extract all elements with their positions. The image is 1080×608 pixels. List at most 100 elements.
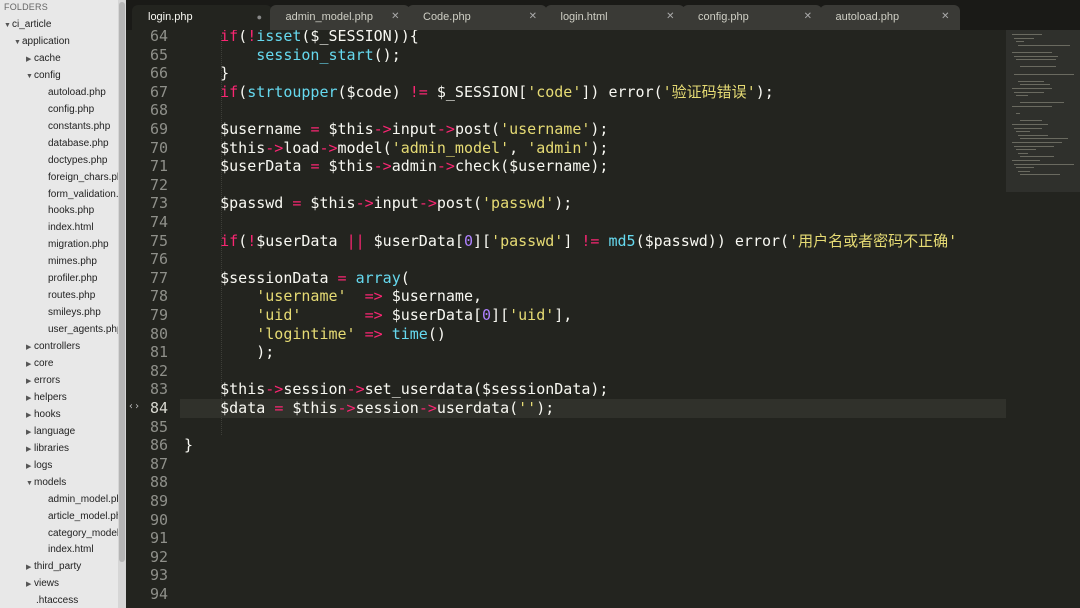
fold-marker-icon[interactable]: ‹› xyxy=(128,401,140,412)
expanded-arrow-icon[interactable]: ▼ xyxy=(14,35,22,51)
folder-item[interactable]: ▶ views xyxy=(26,576,59,592)
close-tab-icon[interactable]: ✕ xyxy=(666,5,674,29)
minimap[interactable] xyxy=(1006,30,1080,608)
expanded-arrow-icon[interactable]: ▼ xyxy=(26,69,34,85)
close-tab-icon[interactable]: ✕ xyxy=(529,5,537,29)
code-token: $this xyxy=(301,194,356,213)
collapsed-arrow-icon[interactable]: ▶ xyxy=(26,442,34,458)
file-item[interactable]: constants.php xyxy=(38,119,110,135)
expanded-arrow-icon[interactable]: ▼ xyxy=(4,18,12,34)
code-token: load xyxy=(283,138,320,157)
sidebar-scrollbar-thumb[interactable] xyxy=(119,2,125,562)
close-tab-icon[interactable]: ✕ xyxy=(804,5,812,29)
file-item[interactable]: .htaccess xyxy=(26,593,78,608)
folder-item[interactable]: ▼config xyxy=(26,68,61,84)
code-token: $userData[ xyxy=(382,306,483,324)
folder-item[interactable]: ▶ errors xyxy=(26,373,60,389)
file-item[interactable]: category_model.p xyxy=(38,526,118,542)
folder-item[interactable]: ▼application xyxy=(14,34,70,50)
folder-item[interactable]: ▶ helpers xyxy=(26,390,67,406)
close-tab-icon[interactable]: ✕ xyxy=(391,5,399,29)
folder-item[interactable]: ▶ logs xyxy=(26,458,52,474)
file-item[interactable]: doctypes.php xyxy=(38,153,108,169)
collapsed-arrow-icon[interactable]: ▶ xyxy=(26,408,34,424)
minimap-line xyxy=(1014,127,1042,129)
collapsed-arrow-icon[interactable]: ▶ xyxy=(26,52,34,68)
folder-item[interactable]: ▶ third_party xyxy=(26,559,81,575)
collapsed-arrow-icon[interactable]: ▶ xyxy=(26,425,34,441)
file-item[interactable]: database.php xyxy=(38,136,109,152)
code-token: $userData xyxy=(256,231,347,250)
file-item[interactable]: index.html xyxy=(38,542,94,558)
file-item[interactable]: foreign_chars.php xyxy=(38,170,118,186)
line-number: 83 xyxy=(149,380,168,399)
collapsed-arrow-icon[interactable]: ▶ xyxy=(26,577,34,593)
line-number: 65 xyxy=(149,45,168,64)
code-token: -> xyxy=(436,157,455,176)
folder-item[interactable]: ▶ language xyxy=(26,424,75,440)
file-item[interactable]: admin_model.php xyxy=(38,492,118,508)
code-line: ); xyxy=(184,343,274,362)
folder-item[interactable]: ▶ hooks xyxy=(26,407,61,423)
collapsed-arrow-icon[interactable]: ▶ xyxy=(26,391,34,407)
minimap-line xyxy=(1016,149,1036,151)
tab-login-html[interactable]: login.html ✕ xyxy=(544,5,685,30)
code-token: ); xyxy=(590,138,609,157)
file-item[interactable]: config.php xyxy=(38,102,94,118)
tree-item-label: config xyxy=(34,69,61,81)
code-token: (); xyxy=(373,45,401,64)
folder-item[interactable]: ▼models xyxy=(26,475,66,491)
collapsed-arrow-icon[interactable]: ▶ xyxy=(26,560,34,576)
expanded-arrow-icon[interactable]: ▼ xyxy=(26,476,34,492)
file-item[interactable]: mimes.php xyxy=(38,254,97,270)
line-number: 66 xyxy=(149,64,168,83)
line-number: 81 xyxy=(149,343,168,362)
file-item[interactable]: hooks.php xyxy=(38,203,94,219)
tab-code-php[interactable]: Code.php ✕ xyxy=(407,5,547,30)
line-number: 75 xyxy=(149,231,168,250)
file-item[interactable]: index.html xyxy=(38,220,94,236)
file-item[interactable]: form_validation.p xyxy=(38,187,118,203)
code-token: $this xyxy=(319,120,374,138)
tab-config-php[interactable]: config.php ✕ xyxy=(682,5,822,30)
file-item[interactable]: routes.php xyxy=(38,288,95,304)
file-item[interactable]: user_agents.php xyxy=(38,322,118,338)
code-token: check($username); xyxy=(454,157,609,176)
code-token: 0 xyxy=(482,306,492,324)
code-token: -> xyxy=(373,120,392,138)
line-number: 71 xyxy=(149,157,168,176)
folder-item[interactable]: ▼ci_article xyxy=(4,17,51,33)
code-editor[interactable]: if(!isset($_SESSION)){ session_start(); … xyxy=(184,30,1006,608)
tree-item-label: hooks.php xyxy=(48,205,95,217)
collapsed-arrow-icon[interactable]: ▶ xyxy=(26,340,34,356)
folder-item[interactable]: ▶ libraries xyxy=(26,441,69,457)
code-token: $this xyxy=(184,380,266,399)
folder-item[interactable]: ▶ cache xyxy=(26,51,61,67)
code-line: $username = $this->input->post('username… xyxy=(184,120,608,139)
tab-bar: login.php ● admin_model.php ✕ Code.php ✕ login… xyxy=(126,0,1080,30)
folder-item[interactable]: ▶ core xyxy=(26,356,53,372)
file-item[interactable]: profiler.php xyxy=(38,271,97,287)
minimap-line xyxy=(1014,91,1044,93)
file-item[interactable]: smileys.php xyxy=(38,305,101,321)
sidebar-scrollbar[interactable] xyxy=(118,0,126,608)
collapsed-arrow-icon[interactable]: ▶ xyxy=(26,374,34,390)
file-item[interactable]: autoload.php xyxy=(38,85,106,101)
file-item[interactable]: article_model.php xyxy=(38,509,118,525)
code-token: ]) error( xyxy=(581,82,663,101)
code-token: -> xyxy=(337,399,356,417)
unsaved-dot-icon[interactable]: ● xyxy=(257,5,262,29)
folder-item[interactable]: ▶ controllers xyxy=(26,339,80,355)
collapsed-arrow-icon[interactable]: ▶ xyxy=(26,357,34,373)
file-item[interactable]: migration.php xyxy=(38,237,109,253)
tab-admin_model-php[interactable]: admin_model.php ✕ xyxy=(269,5,410,30)
tree-item-label: database.php xyxy=(48,137,109,149)
line-number: 87 xyxy=(149,454,168,473)
minimap-line xyxy=(1018,80,1044,82)
code-line: } xyxy=(184,436,193,455)
tree-item-label: form_validation.p xyxy=(48,188,118,200)
collapsed-arrow-icon[interactable]: ▶ xyxy=(26,459,34,475)
tree-item-label: routes.php xyxy=(48,290,96,302)
tab-autoload-php[interactable]: autoload.php ✕ xyxy=(819,5,960,30)
close-tab-icon[interactable]: ✕ xyxy=(941,5,949,29)
